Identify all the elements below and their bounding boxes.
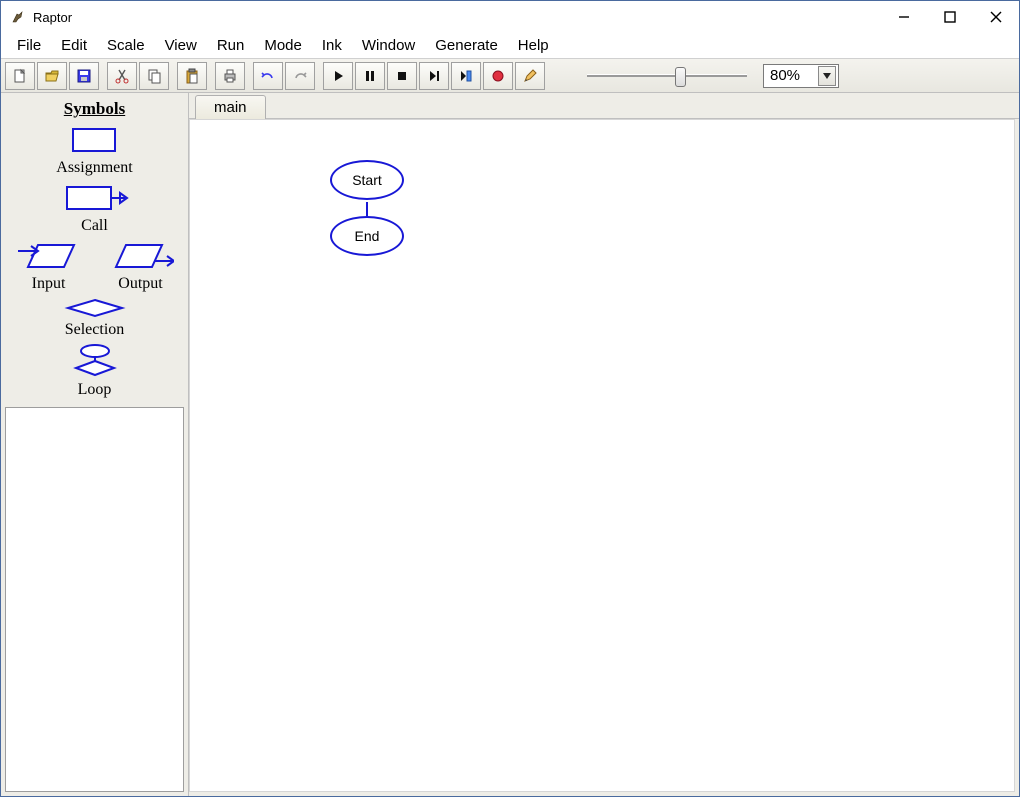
- maximize-button[interactable]: [927, 1, 973, 33]
- symbol-output[interactable]: Output: [108, 239, 174, 293]
- menu-file[interactable]: File: [7, 35, 51, 56]
- watch-panel: [5, 407, 184, 792]
- app-icon: [9, 8, 27, 26]
- slider-track: [587, 74, 747, 77]
- symbol-input[interactable]: Input: [16, 239, 82, 293]
- stop-button[interactable]: [387, 62, 417, 90]
- zoom-combobox[interactable]: 80%: [763, 64, 839, 88]
- tabstrip: main: [189, 93, 1019, 119]
- pencil-button[interactable]: [515, 62, 545, 90]
- flow-start[interactable]: Start: [330, 160, 404, 200]
- call-icon: [57, 181, 133, 215]
- window-title: Raptor: [33, 10, 881, 25]
- titlebar: Raptor: [1, 1, 1019, 33]
- symbols-title: Symbols: [1, 93, 188, 123]
- menu-run[interactable]: Run: [207, 35, 255, 56]
- flow-connector: [366, 202, 368, 216]
- assignment-icon: [67, 123, 121, 157]
- open-button[interactable]: [37, 62, 67, 90]
- menu-mode[interactable]: Mode: [254, 35, 312, 56]
- menu-ink[interactable]: Ink: [312, 35, 352, 56]
- save-button[interactable]: [69, 62, 99, 90]
- minimize-button[interactable]: [881, 1, 927, 33]
- loop-icon: [60, 343, 130, 379]
- flow-end[interactable]: End: [330, 216, 404, 256]
- sidebar: Symbols Assignment Call: [1, 93, 189, 796]
- pause-button[interactable]: [355, 62, 385, 90]
- body: Symbols Assignment Call: [1, 93, 1019, 796]
- menu-help[interactable]: Help: [508, 35, 559, 56]
- flow-start-label: Start: [352, 172, 382, 188]
- canvas-wrap: Start End: [189, 119, 1019, 796]
- cut-button[interactable]: [107, 62, 137, 90]
- print-button[interactable]: [215, 62, 245, 90]
- undo-button[interactable]: [253, 62, 283, 90]
- selection-label: Selection: [65, 321, 125, 339]
- copy-button[interactable]: [139, 62, 169, 90]
- menu-window[interactable]: Window: [352, 35, 425, 56]
- run-to-button[interactable]: [451, 62, 481, 90]
- window-controls: [881, 1, 1019, 33]
- symbol-assignment[interactable]: Assignment: [56, 123, 132, 177]
- menubar: File Edit Scale View Run Mode Ink Window…: [1, 33, 1019, 59]
- loop-label: Loop: [78, 381, 112, 399]
- slider-thumb[interactable]: [675, 67, 686, 87]
- menu-view[interactable]: View: [155, 35, 207, 56]
- output-icon: [108, 239, 174, 273]
- input-label: Input: [32, 275, 66, 293]
- play-button[interactable]: [323, 62, 353, 90]
- step-button[interactable]: [419, 62, 449, 90]
- assignment-label: Assignment: [56, 159, 132, 177]
- toolbar: 80%: [1, 59, 1019, 93]
- output-label: Output: [118, 275, 162, 293]
- menu-generate[interactable]: Generate: [425, 35, 508, 56]
- tab-main-label: main: [214, 99, 247, 116]
- zoom-value: 80%: [770, 67, 800, 84]
- close-button[interactable]: [973, 1, 1019, 33]
- symbol-loop[interactable]: Loop: [60, 343, 130, 399]
- symbol-call[interactable]: Call: [57, 181, 133, 235]
- tab-main[interactable]: main: [195, 95, 266, 119]
- call-label: Call: [81, 217, 108, 235]
- symbol-selection[interactable]: Selection: [60, 297, 130, 339]
- breakpoint-button[interactable]: [483, 62, 513, 90]
- menu-scale[interactable]: Scale: [97, 35, 155, 56]
- new-button[interactable]: [5, 62, 35, 90]
- zoom-dropdown-button[interactable]: [818, 66, 836, 86]
- symbols-palette: Assignment Call: [1, 123, 188, 403]
- speed-slider[interactable]: [587, 65, 747, 87]
- redo-button[interactable]: [285, 62, 315, 90]
- menu-edit[interactable]: Edit: [51, 35, 97, 56]
- input-icon: [16, 239, 82, 273]
- app-window: Raptor File Edit Scale View Run Mode Ink…: [0, 0, 1020, 797]
- flowchart-canvas[interactable]: Start End: [189, 119, 1015, 792]
- main-area: main Start End: [189, 93, 1019, 796]
- paste-button[interactable]: [177, 62, 207, 90]
- flow-end-label: End: [355, 228, 380, 244]
- selection-icon: [60, 297, 130, 319]
